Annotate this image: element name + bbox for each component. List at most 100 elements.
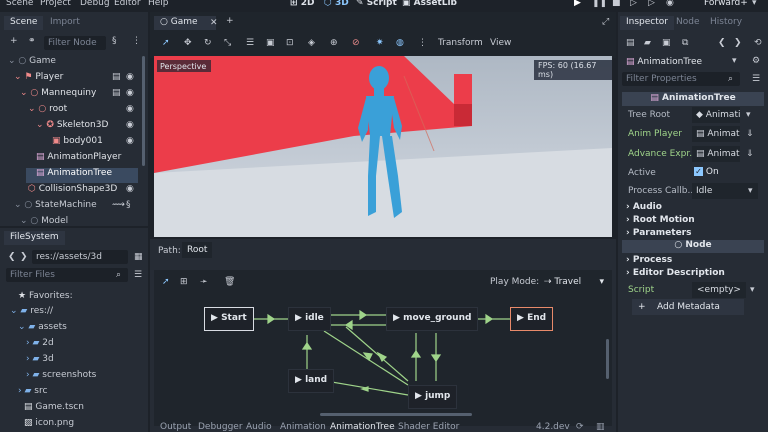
tab-filesystem[interactable]: FileSystem [4, 231, 65, 245]
file-filter-input[interactable]: Filter Files [6, 268, 128, 282]
state-node-end[interactable]: ▶ End [510, 307, 554, 331]
mode-2d-button[interactable]: ⊞ 2D [290, 0, 314, 8]
property-filter-input[interactable]: Filter Properties [622, 72, 740, 86]
signal-icon[interactable]: ⟿ [112, 200, 125, 210]
script-icon[interactable]: § [112, 36, 117, 46]
tab-history[interactable]: History [704, 16, 748, 30]
tree-item-game[interactable]: ⌄ ○ Game [8, 56, 56, 71]
folder-item-screenshots[interactable]: › ▰ screenshots [26, 370, 96, 385]
visibility-icon[interactable]: ◉ [126, 88, 134, 98]
group-icon[interactable]: ⊡ [286, 38, 294, 48]
tab-import[interactable]: Import [44, 16, 86, 30]
scene-icon[interactable]: ▤ [112, 88, 121, 98]
tree-item-model[interactable]: ⌄ ○ Model [20, 216, 68, 226]
folder-item-2d[interactable]: › ▰ 2d [26, 338, 54, 353]
environment-icon[interactable]: ◍ [396, 38, 404, 48]
panel-toggle-icon[interactable]: ▥ [596, 422, 605, 432]
cube-icon[interactable]: ◈ [308, 38, 315, 48]
folder-item-src[interactable]: › ▰ src [18, 386, 47, 401]
forward-icon[interactable]: ❯ [20, 252, 28, 262]
prop-active-checkbox[interactable]: ✓ On [694, 167, 719, 177]
tab-shader-editor[interactable]: Shader Editor [398, 422, 459, 432]
tab-game[interactable]: ○ Game [154, 16, 216, 30]
renderer-select[interactable]: Forward+ [704, 0, 748, 8]
file-item-game-tscn[interactable]: ▤ Game.tscn [24, 402, 84, 417]
move-tool-icon[interactable]: ✥ [184, 38, 192, 48]
section-audio[interactable]: › Audio [626, 202, 662, 212]
tree-item-player[interactable]: ⌄ ⚑ Player [14, 72, 63, 87]
tab-inspector[interactable]: Inspector [620, 16, 674, 30]
chevron-down-icon[interactable]: ▾ [750, 285, 755, 295]
scene-icon[interactable]: ▤ [112, 72, 121, 82]
assign-icon[interactable]: ⇓ [746, 149, 754, 159]
magnet-icon[interactable]: ⊘ [352, 38, 360, 48]
visibility-icon[interactable]: ◉ [126, 136, 134, 146]
mode-assetlib-button[interactable]: ▣ AssetLib [402, 0, 457, 8]
open-icon[interactable]: ▰ [644, 38, 651, 48]
scene-scrollbar[interactable] [142, 56, 145, 166]
split-view-icon[interactable]: ▦ [134, 252, 143, 262]
link-icon[interactable]: ⚭ [28, 36, 36, 46]
copy-icon[interactable]: ⧉ [682, 38, 688, 48]
add-metadata-button[interactable]: + Add Metadata [632, 299, 744, 315]
tab-animationtree[interactable]: AnimationTree [330, 422, 395, 432]
script-icon[interactable]: § [126, 200, 131, 210]
tools-icon[interactable]: ⚙ [752, 56, 760, 66]
prop-script-value[interactable]: <empty> [692, 282, 746, 298]
state-node-land[interactable]: ▶ land [288, 369, 335, 393]
folder-item-assets[interactable]: ⌄ ▰ assets [18, 322, 67, 337]
graph-hscrollbar[interactable] [320, 413, 472, 416]
folder-item-res[interactable]: ⌄ ▰ res:// [10, 306, 53, 321]
chevron-down-icon[interactable]: ▾ [752, 0, 757, 8]
tree-item-animationtree[interactable]: ▤ AnimationTree [26, 168, 138, 183]
section-process[interactable]: › Process [626, 255, 672, 265]
menu-editor[interactable]: Editor [114, 0, 141, 8]
tree-item-body001[interactable]: ▣ body001 [52, 136, 103, 151]
tab-scene[interactable]: Scene [4, 16, 44, 30]
tab-debugger[interactable]: Debugger [198, 422, 243, 432]
play-icon[interactable]: ▶ [574, 0, 581, 8]
prop-tree-root-value[interactable]: ◆ Animati [692, 107, 740, 123]
prop-anim-player-value[interactable]: ▤ Animati [692, 126, 740, 142]
tree-item-skeleton3d[interactable]: ⌄ ✪ Skeleton3D [36, 120, 108, 135]
mode-3d-button[interactable]: ⬡ 3D [324, 0, 349, 8]
menu-project[interactable]: Project [40, 0, 71, 8]
distraction-free-icon[interactable]: ⤢ [602, 17, 609, 27]
snap-icon[interactable]: ⊕ [330, 38, 338, 48]
assign-icon[interactable]: ⇓ [746, 129, 754, 139]
tree-item-mannequiny[interactable]: ⌄ ○ Mannequiny [20, 88, 96, 103]
menu-dots-icon[interactable]: ⋮ [418, 38, 427, 48]
tree-item-collisionshape3d[interactable]: ⬡ CollisionShape3D [28, 184, 117, 199]
menu-dots-icon[interactable]: ⋮ [132, 36, 141, 46]
tab-animation[interactable]: Animation [280, 422, 326, 432]
save-icon[interactable]: ▣ [662, 38, 671, 48]
3d-viewport[interactable]: Perspective FPS: 60 (16.67 ms) [154, 56, 612, 237]
select-tool-icon[interactable]: ➚ [162, 38, 170, 48]
state-node-move-ground[interactable]: ▶ move_ground [386, 307, 479, 331]
tree-item-root[interactable]: ⌄ ○ root [28, 104, 67, 119]
visibility-icon[interactable]: ◉ [126, 184, 134, 194]
rotate-tool-icon[interactable]: ↻ [204, 38, 212, 48]
chevron-down-icon[interactable]: ▾ [732, 56, 737, 66]
section-editor-description[interactable]: › Editor Description [626, 268, 725, 278]
graph-vscrollbar[interactable] [606, 339, 609, 379]
visibility-icon[interactable]: ◉ [126, 104, 134, 114]
prop-advance-expr-value[interactable]: ▤ Animati [692, 146, 740, 162]
add-tab-icon[interactable]: + [226, 16, 234, 26]
mode-script-button[interactable]: ✎ Script [356, 0, 397, 8]
close-tab-icon[interactable]: ✕ [210, 18, 218, 28]
menu-debug[interactable]: Debug [80, 0, 110, 8]
back-icon[interactable]: ❮ [718, 38, 726, 48]
stop-icon[interactable]: ■ [612, 0, 621, 8]
chevron-down-icon[interactable]: ▾ [746, 110, 751, 120]
tab-audio[interactable]: Audio [246, 422, 272, 432]
scene-filter-input[interactable]: Filter Node [44, 36, 106, 50]
play-scene-icon[interactable]: ▷ [630, 0, 637, 8]
forward-icon[interactable]: ❯ [734, 38, 742, 48]
tree-item-statemachine[interactable]: ⌄ ○ StateMachine [14, 200, 97, 215]
property-menu-icon[interactable]: ☰ [752, 74, 760, 84]
state-node-jump[interactable]: ▶ jump [408, 385, 458, 409]
perspective-label[interactable]: Perspective [160, 62, 206, 71]
view-menu[interactable]: View [490, 38, 511, 48]
add-node-icon[interactable]: + [10, 36, 18, 46]
